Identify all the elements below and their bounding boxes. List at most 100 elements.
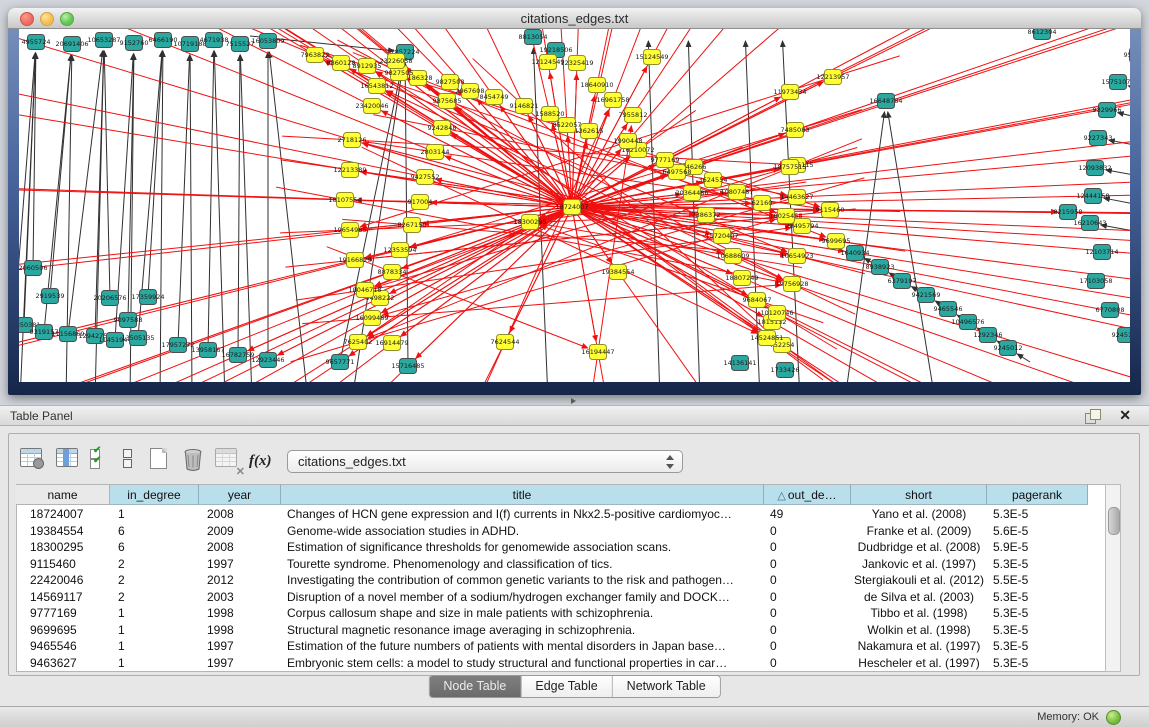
vertical-scrollbar[interactable]	[1105, 484, 1121, 672]
graph-node[interactable]: 15751074	[1101, 75, 1130, 90]
graph-node[interactable]: 13958167	[191, 343, 224, 358]
graph-node[interactable]: 9657771	[326, 355, 355, 370]
cell-pagerank[interactable]: 5.3E-5	[993, 605, 1088, 622]
cell-out_de[interactable]: 0	[770, 572, 851, 589]
cell-year[interactable]: 2012	[207, 572, 281, 589]
scrollbar-thumb[interactable]	[1108, 507, 1120, 535]
column-header-in_degree[interactable]: in_degree	[110, 484, 199, 505]
graph-node[interactable]: 6379197	[888, 274, 917, 289]
graph-node[interactable]: 15720407	[705, 229, 738, 244]
graph-node[interactable]: 8612304	[1028, 28, 1057, 40]
network-canvas[interactable]: 4955724206914061065328791527606466190107…	[19, 28, 1130, 382]
graph-node[interactable]: 19384554	[601, 265, 634, 280]
column-header-name[interactable]: name	[16, 484, 110, 505]
table-row[interactable]: 911546021997Tourette syndrome. Phenomeno…	[16, 556, 1104, 573]
graph-node[interactable]: 16099489	[355, 311, 388, 326]
graph-node[interactable]: 1292346	[974, 328, 1003, 343]
cell-out_de[interactable]: 0	[770, 556, 851, 573]
graph-node[interactable]: 9519541	[1124, 48, 1130, 63]
graph-node[interactable]: 9242848	[428, 121, 457, 136]
tab-edge-table[interactable]: Edge Table	[521, 676, 612, 697]
cell-title[interactable]: Genome-wide association studies in ADHD.	[287, 523, 764, 540]
cell-in_degree[interactable]: 2	[118, 556, 199, 573]
table-row[interactable]: 1872400712008Changes of HCN gene express…	[16, 506, 1104, 523]
graph-node[interactable]: 23420046	[355, 99, 388, 114]
cell-title[interactable]: Investigating the contribution of common…	[287, 572, 764, 589]
cell-name[interactable]: 9115460	[30, 556, 110, 573]
cell-short[interactable]: Jankovic et al. (1997)	[851, 556, 987, 573]
row-height-icon[interactable]	[122, 448, 148, 474]
graph-node[interactable]: 9699695	[822, 234, 851, 249]
graph-node[interactable]: 20206576	[93, 291, 126, 306]
graph-node[interactable]: 9115460	[816, 203, 845, 218]
cell-in_degree[interactable]: 6	[118, 539, 199, 556]
cell-pagerank[interactable]: 5.3E-5	[993, 655, 1088, 672]
graph-node[interactable]: 20691406	[55, 37, 88, 52]
graph-node[interactable]: 7515527	[226, 37, 255, 52]
network-graph[interactable]: 4955724206914061065328791527606466190107…	[19, 28, 1130, 382]
graph-node[interactable]: 2060506	[19, 261, 47, 276]
cell-in_degree[interactable]: 2	[118, 572, 199, 589]
graph-node[interactable]: 7963822	[301, 48, 330, 63]
graph-node[interactable]: 12103714	[1085, 245, 1118, 260]
cell-short[interactable]: Tibbo et al. (1998)	[851, 605, 987, 622]
cell-title[interactable]: Corpus callosum shape and size in male p…	[287, 605, 764, 622]
cell-pagerank[interactable]: 5.3E-5	[993, 638, 1088, 655]
cell-in_degree[interactable]: 1	[118, 622, 199, 639]
graph-node[interactable]: 10653287	[87, 33, 120, 48]
cell-year[interactable]: 2008	[207, 539, 281, 556]
cell-pagerank[interactable]: 5.6E-5	[993, 523, 1088, 540]
cell-short[interactable]: Nakamura et al. (1997)	[851, 638, 987, 655]
graph-node[interactable]: 6770808	[1096, 303, 1125, 318]
graph-node[interactable]: 7624544	[491, 335, 520, 350]
graph-node[interactable]: 18640910	[580, 78, 613, 93]
graph-node[interactable]: 16961758	[596, 93, 629, 108]
cell-short[interactable]: Dudbridge et al. (2008)	[851, 539, 987, 556]
graph-node[interactable]: 10496576	[951, 315, 984, 330]
cell-in_degree[interactable]: 1	[118, 638, 199, 655]
show-column-icon[interactable]	[56, 448, 82, 474]
table-row[interactable]: 946554611997Estimation of the future num…	[16, 638, 1104, 655]
table-row[interactable]: 946362711997Embryonic stem cells: a mode…	[16, 655, 1104, 672]
close-panel-icon[interactable]: ✕	[1119, 407, 1131, 424]
cell-pagerank[interactable]: 5.3E-5	[993, 622, 1088, 639]
table-row[interactable]: 1830029562008Estimation of significance …	[16, 539, 1104, 556]
graph-node[interactable]: 8215958	[1054, 205, 1083, 220]
graph-node[interactable]: 12325419	[560, 56, 593, 71]
float-panel-icon[interactable]	[1085, 409, 1101, 423]
cell-in_degree[interactable]: 1	[118, 605, 199, 622]
cell-short[interactable]: Yano et al. (2008)	[851, 506, 987, 523]
cell-in_degree[interactable]: 1	[118, 506, 199, 523]
graph-node[interactable]: 62160	[752, 196, 773, 211]
graph-node[interactable]: 15716485	[391, 359, 424, 374]
graph-node[interactable]: 14136141	[723, 356, 756, 371]
graph-node[interactable]: 19166829	[338, 253, 371, 268]
delete-trash-icon[interactable]	[182, 448, 208, 474]
cell-out_de[interactable]: 49	[770, 506, 851, 523]
cell-title[interactable]: Disruption of a novel member of a sodium…	[287, 589, 764, 606]
graph-node[interactable]: 12093832	[1078, 161, 1111, 176]
cell-name[interactable]: 9699695	[30, 622, 110, 639]
cell-pagerank[interactable]: 5.3E-5	[993, 506, 1088, 523]
cell-name[interactable]: 14569117	[30, 589, 110, 606]
tab-network-table[interactable]: Network Table	[613, 676, 720, 697]
column-header-year[interactable]: year	[199, 484, 281, 505]
table-settings-icon[interactable]	[20, 448, 46, 474]
panel-splitter-grip[interactable]	[566, 397, 582, 405]
cell-title[interactable]: Estimation of significance thresholds fo…	[287, 539, 764, 556]
table-row[interactable]: 977716911998Corpus callosum shape and si…	[16, 605, 1104, 622]
cell-title[interactable]: Structural magnetic resonance image aver…	[287, 622, 764, 639]
cell-name[interactable]: 22420046	[30, 572, 110, 589]
table-row[interactable]: 22420046 2 2012 Investigating the contribut…	[16, 572, 1104, 589]
function-builder-icon[interactable]: f(x)	[249, 448, 275, 474]
cell-name[interactable]: 9777169	[30, 605, 110, 622]
cell-year[interactable]: 1997	[207, 638, 281, 655]
graph-node[interactable]: 15124549	[635, 50, 668, 65]
graph-node[interactable]: 2803144	[421, 145, 450, 160]
cell-year[interactable]: 1998	[207, 622, 281, 639]
graph-node[interactable]: 12213389	[333, 163, 366, 178]
cell-out_de[interactable]: 0	[770, 523, 851, 540]
graph-node[interactable]: 917004	[408, 195, 433, 210]
cell-pagerank[interactable]: 5.3E-5	[993, 589, 1088, 606]
graph-node[interactable]: 8878334	[378, 265, 407, 280]
